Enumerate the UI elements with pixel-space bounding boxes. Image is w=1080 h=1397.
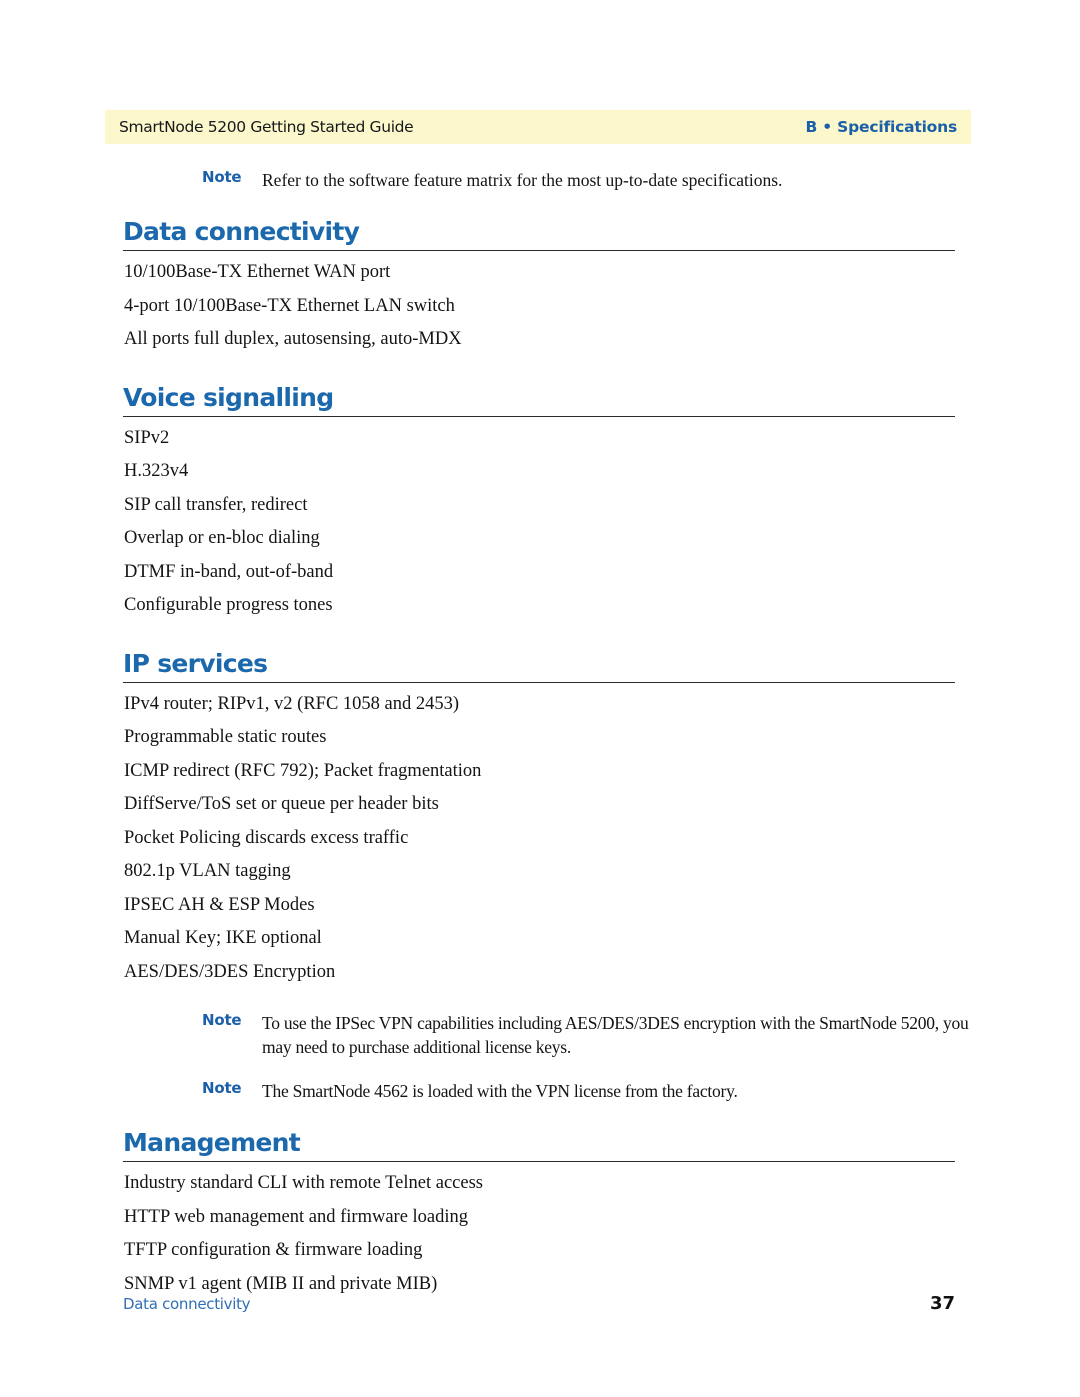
section-item: 10/100Base-TX Ethernet WAN port xyxy=(124,262,391,282)
section-item: H.323v4 xyxy=(124,461,189,481)
section-item: SIPv2 xyxy=(124,427,170,448)
section-item-list: 10/100Base-TX Ethernet WAN port 4-port 1… xyxy=(0,256,1080,357)
note-ipsec-license: Note To use the IPSec VPN capabilities i… xyxy=(0,1011,1080,1059)
section-data-connectivity: Data connectivity 10/100Base-TX Ethernet… xyxy=(0,217,1080,357)
section-item: HTTP web management and firmware loading xyxy=(124,1206,469,1227)
note-text: To use the IPSec VPN capabilities includ… xyxy=(262,1013,969,1057)
note-label: Note xyxy=(202,1011,242,1029)
section-item: DiffServe/ToS set or queue per header bi… xyxy=(124,794,439,814)
section-item: 4-port 10/100Base-TX Ethernet LAN switch xyxy=(124,295,455,316)
document-page: SmartNode 5200 Getting Started Guide B •… xyxy=(0,0,1080,1397)
note-label: Note xyxy=(202,1079,242,1097)
note-vpn-factory: Note The SmartNode 4562 is loaded with t… xyxy=(0,1079,1080,1107)
page-number: 37 xyxy=(929,1293,955,1314)
section-item-list: IPv4 router; RIPv1, v2 (RFC 1058 and 245… xyxy=(0,688,1080,990)
section-item: Manual Key; IKE optional xyxy=(124,928,322,948)
section-item: IPv4 router; RIPv1, v2 (RFC 1058 and 245… xyxy=(124,693,460,714)
section-item: ICMP redirect (RFC 792); Packet fragment… xyxy=(124,760,482,781)
header-appendix-title: B • Specifications xyxy=(805,118,957,136)
section-item-list: SIPv2 H.323v4 SIP call transfer, redirec… xyxy=(0,422,1080,623)
section-item: DTMF in-band, out-of-band xyxy=(124,561,334,582)
section-item-list: Industry standard CLI with remote Telnet… xyxy=(0,1167,1080,1301)
page-footer: Data connectivity 37 xyxy=(123,1293,955,1314)
note-label: Note xyxy=(202,168,242,186)
section-item: Programmable static routes xyxy=(124,727,327,747)
section-ip-services: IP services IPv4 router; RIPv1, v2 (RFC … xyxy=(0,649,1080,990)
section-heading: Data connectivity xyxy=(123,217,360,246)
section-item: Configurable progress tones xyxy=(124,595,333,615)
section-item: 802.1p VLAN tagging xyxy=(124,861,291,881)
section-item: Pocket Policing discards excess traffic xyxy=(124,827,409,848)
section-item: SIP call transfer, redirect xyxy=(124,494,308,515)
footer-section-link[interactable]: Data connectivity xyxy=(123,1295,251,1313)
section-heading: Management xyxy=(123,1128,301,1157)
section-item: Industry standard CLI with remote Telnet… xyxy=(124,1173,484,1193)
note-text: The SmartNode 4562 is loaded with the VP… xyxy=(262,1081,738,1101)
section-voice-signalling: Voice signalling SIPv2 H.323v4 SIP call … xyxy=(0,383,1080,623)
running-header: SmartNode 5200 Getting Started Guide B •… xyxy=(105,110,971,144)
note-text: Refer to the software feature matrix for… xyxy=(262,170,783,190)
section-item: IPSEC AH & ESP Modes xyxy=(124,894,315,915)
header-document-title: SmartNode 5200 Getting Started Guide xyxy=(119,118,414,136)
note-intro: Note Refer to the software feature matri… xyxy=(0,168,1080,196)
page-content: Note Refer to the software feature matri… xyxy=(0,168,1080,1301)
section-management: Management Industry standard CLI with re… xyxy=(0,1128,1080,1301)
section-item: TFTP configuration & firmware loading xyxy=(124,1240,423,1260)
section-item: All ports full duplex, autosensing, auto… xyxy=(124,329,462,349)
section-item: Overlap or en-bloc dialing xyxy=(124,528,320,548)
section-heading: IP services xyxy=(123,648,268,678)
section-heading: Voice signalling xyxy=(123,382,334,412)
section-item: AES/DES/3DES Encryption xyxy=(124,961,336,982)
